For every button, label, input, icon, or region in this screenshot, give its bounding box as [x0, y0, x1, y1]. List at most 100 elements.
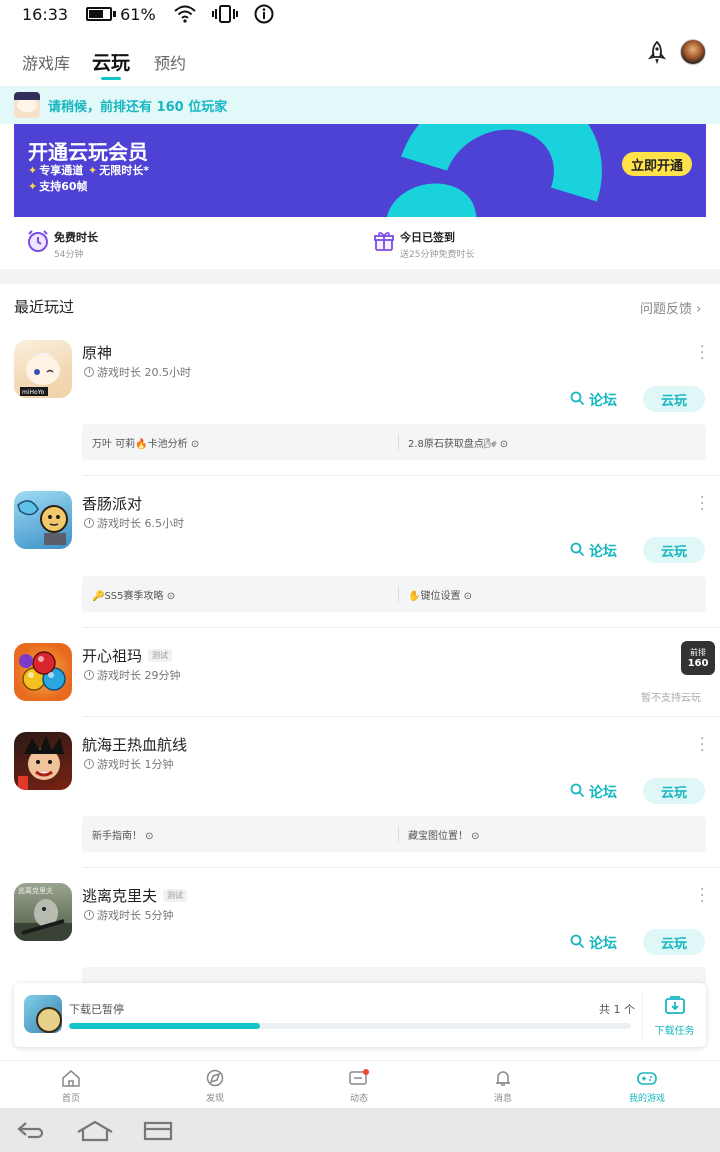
perk-label: 今日已签到 — [400, 231, 455, 244]
game-name: 航海王热血航线 — [82, 736, 188, 754]
unsupported-label: 暂不支持云玩 — [641, 693, 701, 704]
battery-icon — [86, 7, 117, 21]
chat-icon — [349, 1069, 369, 1085]
post-list: 万叶 可莉🔥卡池分析 ⊙ 2.8原石获取盘点🌬 ⊙ — [82, 424, 706, 460]
search-icon — [570, 391, 585, 410]
download-count: 共 1 个 — [599, 1003, 635, 1016]
bell-icon — [496, 1071, 510, 1086]
checkin-item[interactable]: 今日已签到 送25分钟免费时长 — [372, 229, 474, 260]
download-task-button[interactable]: 下载任务 — [642, 991, 706, 1039]
game-icon-zuma[interactable] — [14, 643, 72, 701]
perk-row: 免费时长 54分钟 今日已签到 送25分钟免费时长 — [14, 217, 706, 269]
test-tag: 测试 — [163, 889, 188, 902]
more-icon[interactable]: · · · — [700, 340, 704, 366]
search-icon — [570, 783, 585, 802]
gift-icon — [372, 229, 396, 257]
nav-home[interactable]: 首页 — [31, 1069, 111, 1104]
discover-icon — [206, 1069, 224, 1087]
game-icon-genshin[interactable]: miHoYo — [14, 340, 72, 398]
search-icon — [570, 934, 585, 953]
test-tag: 测试 — [148, 649, 173, 662]
banner-feature: ✦ 支持60帧 — [28, 180, 88, 193]
banner-feature: ✦ 无限时长* — [88, 164, 149, 177]
back-icon[interactable] — [16, 1120, 46, 1140]
nav-messages[interactable]: 消息 — [463, 1069, 543, 1104]
clock-icon — [84, 518, 94, 528]
rocket-icon[interactable] — [646, 40, 668, 68]
forum-button[interactable]: 论坛 — [570, 390, 617, 410]
post-link[interactable]: 2.8原石获取盘点🌬 ⊙ — [408, 435, 508, 450]
battery-percent: 61% — [120, 4, 156, 24]
clock-icon — [84, 759, 94, 769]
bottom-nav: 首页 发现 动态 消息 我的游戏 — [0, 1060, 720, 1108]
nav-discover[interactable]: 发现 — [175, 1069, 255, 1104]
vibrate-icon — [211, 5, 238, 23]
recents-icon[interactable] — [142, 1120, 174, 1142]
game-icon-one-piece[interactable] — [14, 732, 72, 790]
game-name: 原神 — [82, 344, 113, 362]
banner-title: 开通云玩会员 — [28, 140, 148, 164]
nav-feed[interactable]: 动态 — [319, 1069, 399, 1104]
top-nav: 游戏库 云玩 预约 — [0, 28, 720, 86]
cloud-play-button[interactable]: 云玩 — [643, 386, 705, 412]
download-progress — [69, 1023, 631, 1029]
post-list: 🔑SS5赛季攻略 ⊙ ✋键位设置 ⊙ — [82, 576, 706, 612]
clock-icon — [26, 229, 50, 257]
post-link[interactable]: ✋键位设置 ⊙ — [408, 587, 472, 602]
game-icon-sausage-party[interactable] — [14, 491, 72, 549]
post-list: 新手指南！ ⊙ 藏宝图位置！ ⊙ — [82, 816, 706, 852]
nav-my-games[interactable]: 我的游戏 — [607, 1069, 687, 1104]
tab-indicator — [101, 77, 121, 80]
post-link[interactable]: 新手指南！ ⊙ — [92, 827, 154, 842]
section-title: 最近玩过 — [14, 298, 75, 316]
post-link[interactable]: 藏宝图位置！ ⊙ — [408, 827, 480, 842]
chevron-right-icon: › — [696, 302, 702, 317]
download-bar[interactable]: 下载已暂停 共 1 个 下载任务 — [14, 983, 706, 1047]
game-name: 香肠派对 — [82, 495, 143, 513]
game-playtime: 游戏时长 5分钟 — [84, 907, 174, 923]
download-icon — [664, 995, 686, 1018]
system-nav-bar — [0, 1108, 720, 1152]
cloud-play-button[interactable]: 云玩 — [643, 929, 705, 955]
free-time-item[interactable]: 免费时长 54分钟 — [26, 229, 98, 260]
perk-sub: 54分钟 — [54, 250, 84, 260]
svg-text:逃离克里夫: 逃离克里夫 — [18, 886, 53, 895]
forum-button[interactable]: 论坛 — [570, 782, 617, 802]
gamepad-icon — [637, 1072, 657, 1085]
game-playtime: 游戏时长 29分钟 — [84, 667, 181, 683]
post-link[interactable]: 万叶 可莉🔥卡池分析 ⊙ — [92, 435, 199, 450]
queue-text: 请稍候，前排还有 160 位玩家 — [48, 99, 228, 115]
tab-game-library[interactable]: 游戏库 — [22, 50, 70, 74]
game-playtime: 游戏时长 20.5小时 — [84, 364, 191, 380]
open-membership-button[interactable]: 立即开通 — [622, 152, 692, 176]
perk-label: 免费时长 — [54, 231, 98, 244]
wifi-icon — [174, 5, 196, 23]
queue-badge[interactable]: 前排 160 — [681, 641, 715, 675]
more-icon[interactable]: · · · — [700, 491, 704, 517]
game-icon-escape-cliff[interactable]: 逃离克里夫 — [14, 883, 72, 941]
status-time: 16:33 — [22, 4, 69, 24]
home-nav-icon[interactable] — [76, 1120, 114, 1142]
user-avatar[interactable] — [680, 39, 706, 65]
more-icon[interactable]: · · · — [700, 883, 704, 909]
clock-icon — [84, 670, 94, 680]
cloud-play-button[interactable]: 云玩 — [643, 778, 705, 804]
feedback-link[interactable]: 问题反馈 › — [640, 298, 701, 317]
tab-reservation[interactable]: 预约 — [154, 50, 186, 74]
download-status: 下载已暂停 — [69, 1003, 124, 1016]
tab-cloud-play[interactable]: 云玩 — [92, 48, 130, 75]
forum-button[interactable]: 论坛 — [570, 541, 617, 561]
info-icon — [254, 4, 274, 24]
post-link[interactable]: 🔑SS5赛季攻略 ⊙ — [92, 587, 175, 602]
cloud-play-button[interactable]: 云玩 — [643, 537, 705, 563]
queue-avatar — [14, 92, 40, 118]
membership-banner[interactable]: 开通云玩会员 ✦ 专享通道 ✦ 无限时长* ✦ 支持60帧 立即开通 — [14, 124, 706, 217]
search-icon — [570, 542, 585, 561]
game-name: 开心祖玛 测试 — [82, 645, 173, 666]
more-icon[interactable]: · · · — [700, 732, 704, 758]
forum-button[interactable]: 论坛 — [570, 933, 617, 953]
clock-icon — [84, 910, 94, 920]
banner-feature: ✦ 专享通道 — [28, 164, 84, 177]
svg-text:miHoYo: miHoYo — [22, 389, 45, 396]
game-name: 逃离克里夫 测试 — [82, 885, 188, 906]
